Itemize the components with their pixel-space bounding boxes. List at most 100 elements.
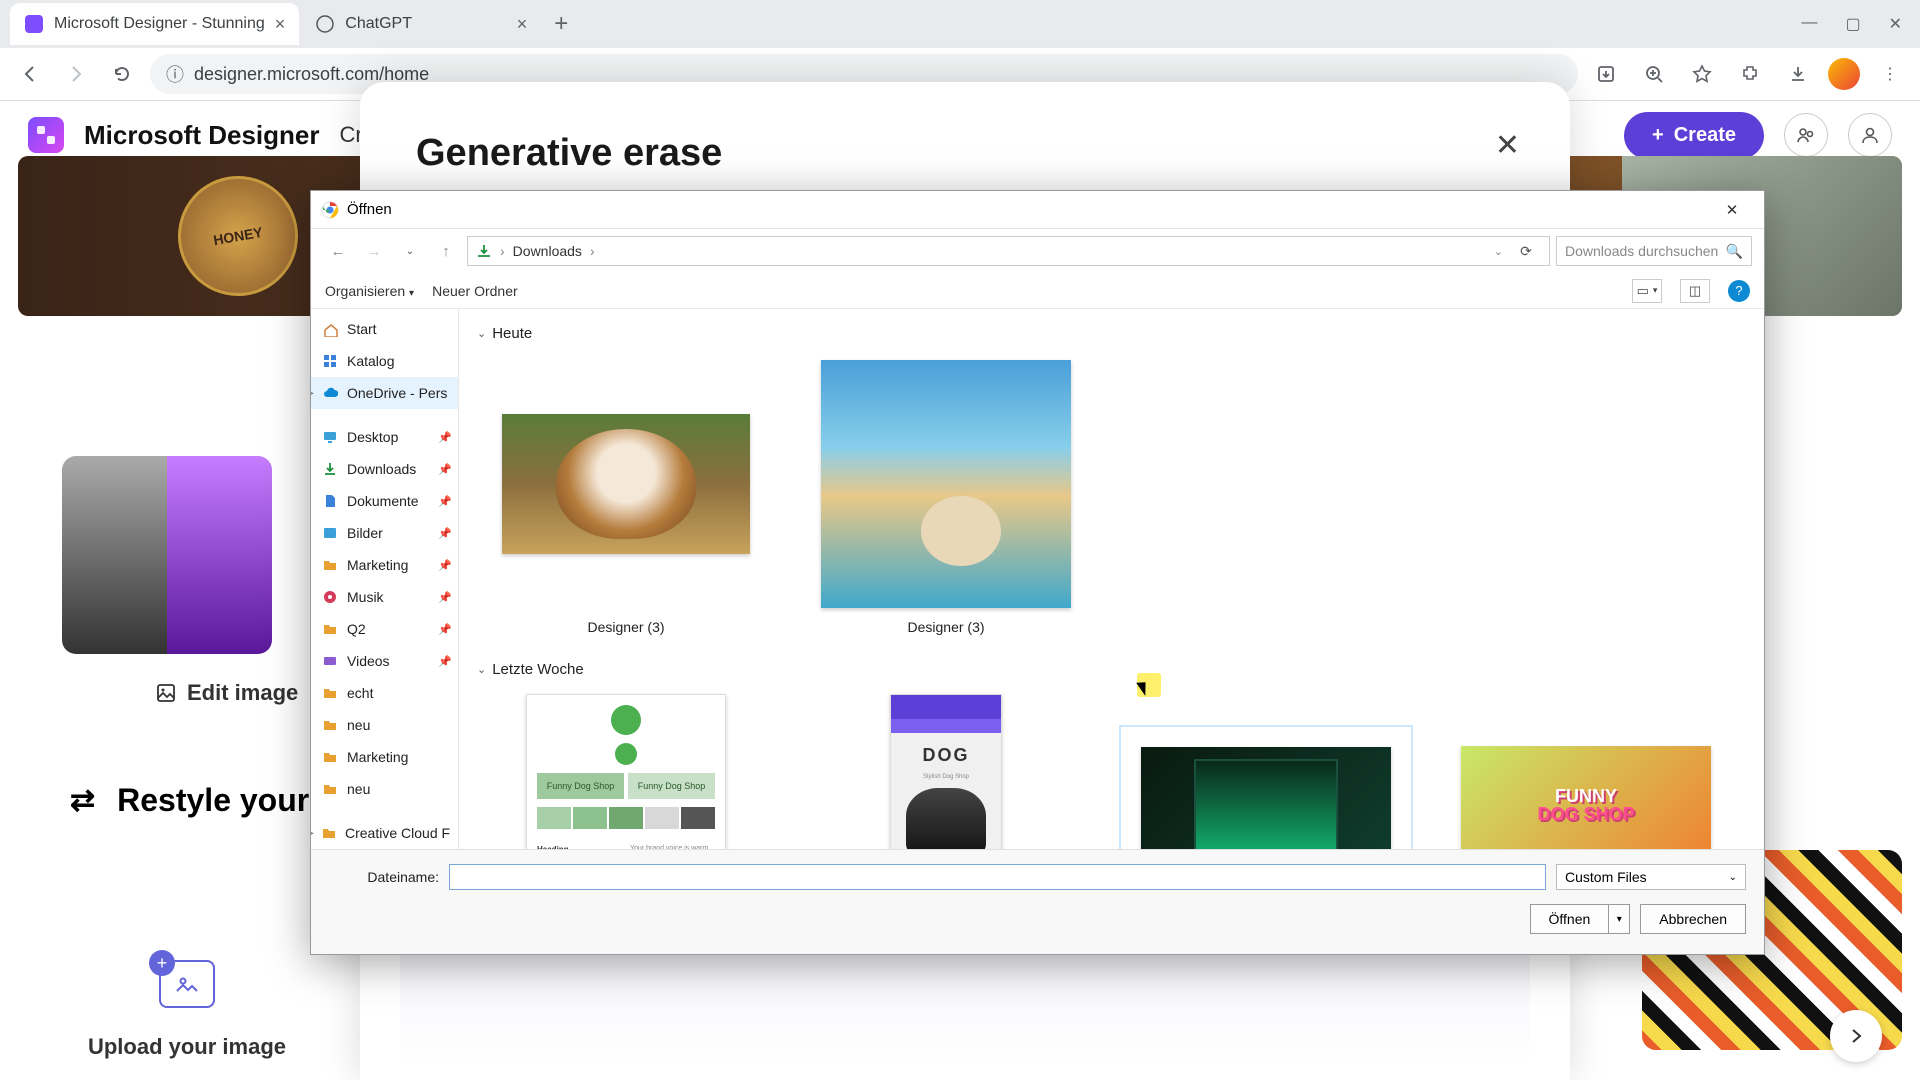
nav-forward-button[interactable]: → (359, 236, 389, 266)
sidebar-item-marketing[interactable]: Marketing (311, 741, 458, 773)
dialog-close-button[interactable]: ✕ (1710, 201, 1754, 219)
group-header[interactable]: ⌄Letzte Woche (477, 655, 1746, 683)
restyle-heading: ⇄ Restyle your i (70, 782, 327, 819)
path-sep: › (500, 243, 505, 259)
back-button[interactable] (12, 56, 48, 92)
organize-menu[interactable]: Organisieren ▾ (325, 283, 414, 299)
thumb-laptop-render (1141, 747, 1391, 849)
sidebar-item-echt[interactable]: echt (311, 677, 458, 709)
close-icon[interactable]: × (517, 14, 528, 35)
sidebar-label: Dokumente (347, 493, 419, 509)
sidebar-item-neu[interactable]: neu (311, 709, 458, 741)
thumb-dog-beach (821, 360, 1071, 608)
file-thumbnail[interactable]: DOGStylish Dog Shop (811, 693, 1081, 849)
edit-image-label: Edit image (155, 680, 298, 706)
sidebar-item-q2[interactable]: Q2📌 (311, 613, 458, 645)
sidebar-label: Q2 (347, 621, 366, 637)
home-icon (321, 320, 339, 338)
chrome-icon (321, 201, 339, 219)
reload-button[interactable] (104, 56, 140, 92)
sidebar-label: Katalog (347, 353, 394, 369)
chevron-right-icon: ▸ (311, 828, 314, 839)
new-tab-button[interactable]: + (543, 6, 579, 42)
open-button[interactable]: Öffnen ▾ (1530, 904, 1631, 934)
dialog-content: ⌄Heute Designer (3) Designer (3) ⌄Letzte Wo… (459, 309, 1764, 849)
collab-icon[interactable] (1784, 113, 1828, 157)
penguin-thumbnail[interactable] (62, 456, 272, 654)
thumb-dog-portrait (502, 414, 750, 554)
zoom-icon[interactable] (1636, 56, 1672, 92)
path-breadcrumb[interactable]: › Downloads › ⌄ ⟳ (467, 236, 1550, 266)
file-thumbnail[interactable] (1131, 693, 1401, 849)
sidebar-item-neu[interactable]: neu (311, 773, 458, 805)
sidebar-item-bilder[interactable]: Bilder📌 (311, 517, 458, 549)
grid-icon (321, 352, 339, 370)
extensions-icon[interactable] (1732, 56, 1768, 92)
profile-avatar[interactable] (1828, 58, 1860, 90)
minimize-icon[interactable]: — (1801, 14, 1817, 34)
new-folder-button[interactable]: Neuer Ordner (432, 283, 518, 299)
menu-icon[interactable]: ⋮ (1872, 56, 1908, 92)
sidebar-item-creative-cloud-f[interactable]: ▸Creative Cloud F (311, 817, 458, 849)
dialog-footer: Dateiname: Custom Files ⌄ Öffnen ▾ Abbre… (311, 849, 1764, 954)
file-caption: Designer (3) (587, 619, 664, 635)
view-mode-button[interactable]: ▭ ▾ (1632, 279, 1662, 303)
path-sep: › (590, 243, 595, 259)
file-thumbnail[interactable]: Designer (3) (491, 357, 761, 635)
forward-button[interactable] (58, 56, 94, 92)
thumbnail-strip (62, 456, 272, 654)
maximize-icon[interactable]: ▢ (1845, 14, 1860, 34)
filetype-select[interactable]: Custom Files ⌄ (1556, 864, 1746, 890)
group-header[interactable]: ⌄Heute (477, 319, 1746, 347)
sidebar-item-videos[interactable]: Videos📌 (311, 645, 458, 677)
sidebar-item-desktop[interactable]: Desktop📌 (311, 421, 458, 453)
close-icon[interactable]: × (275, 14, 286, 35)
refresh-button[interactable]: ⟳ (1511, 243, 1541, 260)
sidebar-label: Marketing (347, 749, 408, 765)
nav-back-button[interactable]: ← (323, 236, 353, 266)
upload-card[interactable]: + Upload your image (62, 850, 312, 1060)
sidebar-item-katalog[interactable]: Katalog (311, 345, 458, 377)
create-button[interactable]: + Create (1624, 112, 1764, 159)
file-thumbnail[interactable]: Designer (3) (811, 357, 1081, 635)
file-open-dialog: Öffnen ✕ ← → ⌄ ↑ › Downloads › ⌄ ⟳ Downl… (310, 190, 1765, 955)
filename-input[interactable] (449, 864, 1546, 890)
pin-icon: 📌 (438, 655, 452, 668)
sidebar-item-musik[interactable]: Musik📌 (311, 581, 458, 613)
search-input[interactable]: Downloads durchsuchen 🔍 (1556, 236, 1752, 266)
file-thumbnail[interactable]: FUNNYDOG SHOP (1451, 693, 1721, 849)
upload-image-icon: + (159, 960, 215, 1008)
sidebar-item-start[interactable]: Start (311, 313, 458, 345)
tab-designer[interactable]: Microsoft Designer - Stunning × (10, 3, 299, 45)
sidebar-item-marketing[interactable]: Marketing📌 (311, 549, 458, 581)
sidebar-label: Start (347, 321, 377, 337)
downloads-icon[interactable] (1780, 56, 1816, 92)
preview-pane-button[interactable]: ◫ (1680, 279, 1710, 303)
sidebar-label: Downloads (347, 461, 416, 477)
file-thumbnail[interactable]: Funny Dog ShopFunny Dog ShopHeadingSubhe… (491, 693, 761, 849)
sidebar-item-dokumente[interactable]: Dokumente📌 (311, 485, 458, 517)
sidebar-label: neu (347, 717, 370, 733)
path-folder[interactable]: Downloads (513, 243, 582, 259)
install-icon[interactable] (1588, 56, 1624, 92)
nav-up-button[interactable]: ↑ (431, 236, 461, 266)
tab-chatgpt[interactable]: ChatGPT × (301, 3, 541, 45)
sidebar-item-onedrive---pers[interactable]: ▸OneDrive - Pers (311, 377, 458, 409)
cloud-icon (321, 384, 339, 402)
account-icon[interactable] (1848, 113, 1892, 157)
sidebar-item-downloads[interactable]: Downloads📌 (311, 453, 458, 485)
help-button[interactable]: ? (1728, 280, 1750, 302)
close-window-icon[interactable]: ✕ (1889, 14, 1902, 34)
dialog-title: Öffnen (347, 201, 392, 218)
designer-logo-icon[interactable] (28, 117, 64, 153)
modal-close-button[interactable]: ✕ (1495, 128, 1520, 163)
site-info-icon[interactable]: ⓘ (166, 61, 184, 87)
open-dropdown-icon[interactable]: ▾ (1609, 914, 1629, 925)
cancel-button[interactable]: Abbrechen (1640, 904, 1746, 934)
nav-recent-button[interactable]: ⌄ (395, 236, 425, 266)
path-dropdown-icon[interactable]: ⌄ (1494, 245, 1503, 258)
sidebar-label: neu (347, 781, 370, 797)
next-arrow-button[interactable] (1830, 1010, 1882, 1062)
bookmark-icon[interactable] (1684, 56, 1720, 92)
sidebar-label: Musik (347, 589, 384, 605)
